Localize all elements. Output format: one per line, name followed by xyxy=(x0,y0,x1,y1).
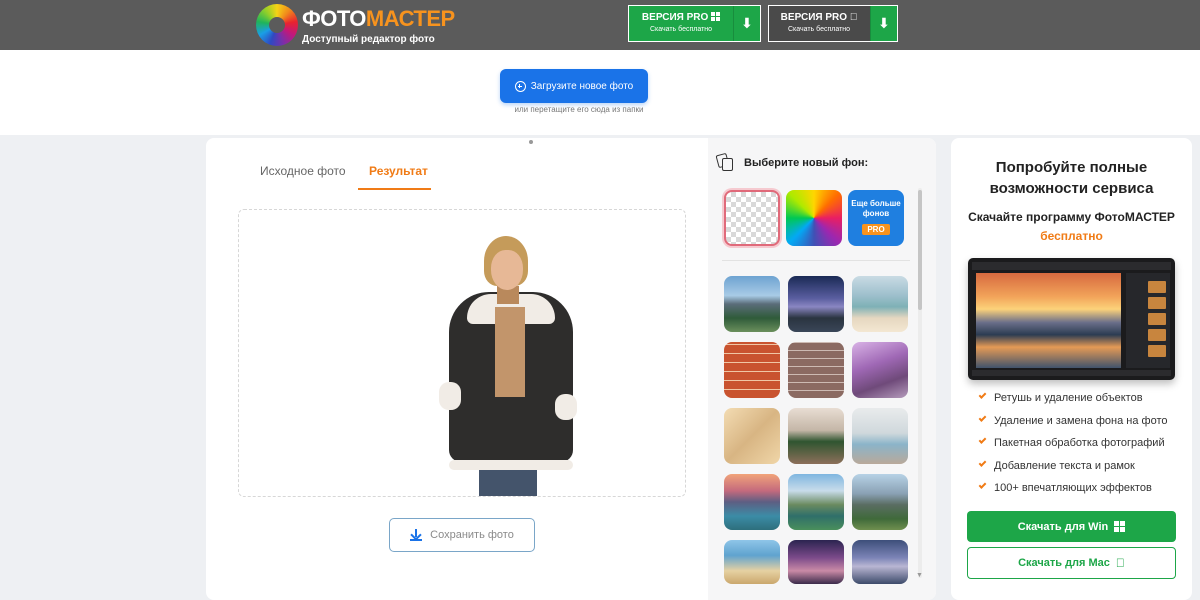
apple-icon:  xyxy=(1116,557,1125,569)
bg-thumb-beach[interactable] xyxy=(852,276,908,332)
feature-item: 100+ впечатляющих эффектов xyxy=(977,481,1187,505)
pro-win-label: ВЕРСИЯ PRO xyxy=(629,12,733,23)
bg-thumb-interior[interactable] xyxy=(852,408,908,464)
promo-card: Попробуйте полные возможности сервиса Ск… xyxy=(951,138,1192,600)
download-mac-label: Скачать для Mac xyxy=(1018,557,1110,569)
bg-thumb-purple-garden[interactable] xyxy=(852,342,908,398)
fotomaster-logo[interactable]: ФОТОМАСТЕР Доступный редактор фото xyxy=(256,4,455,46)
upload-button-label: Загрузите новое фото xyxy=(530,80,634,92)
bg-thumb-mountain-peaks[interactable] xyxy=(852,474,908,530)
pro-mac-button[interactable]: ВЕРСИЯ PRO  Скачать бесплатно ⬇ xyxy=(768,5,898,42)
layers-icon xyxy=(715,152,735,172)
pro-win-small: Скачать бесплатно xyxy=(649,26,713,33)
pro-mac-main[interactable]: ВЕРСИЯ PRO  Скачать бесплатно xyxy=(769,6,869,41)
check-icon xyxy=(978,458,987,467)
download-arrow-icon[interactable]: ⬇ xyxy=(870,6,897,41)
download-arrow-icon[interactable]: ⬇ xyxy=(733,6,760,41)
bg-thumb-night-street[interactable] xyxy=(788,540,844,584)
download-win-label: Скачать для Win xyxy=(1017,520,1109,533)
bg-transparent-tile[interactable] xyxy=(724,190,780,246)
divider xyxy=(722,260,910,261)
feature-list: Ретушь и удаление объектов Удаление и за… xyxy=(977,391,1187,505)
bg-scrollbar-thumb[interactable] xyxy=(918,190,922,310)
check-icon xyxy=(978,413,987,422)
more-backgrounds-label: Еще больше фонов xyxy=(851,199,901,218)
promo-subtitle: Скачайте программу ФотоМАСТЕР xyxy=(968,210,1175,224)
cutout-person-image xyxy=(439,232,579,496)
windows-icon xyxy=(1114,521,1126,532)
check-icon xyxy=(978,481,987,489)
pro-win-button[interactable]: ВЕРСИЯ PRO Скачать бесплатно ⬇ xyxy=(628,5,761,42)
result-preview xyxy=(238,209,686,497)
color-wheel-icon xyxy=(256,4,298,46)
logo-title: ФОТОМАСТЕР xyxy=(302,6,455,31)
promo-free-label: бесплатно xyxy=(1040,229,1103,243)
check-icon xyxy=(978,391,987,399)
bg-thumb-red-brick[interactable] xyxy=(724,342,780,398)
bg-thumb-night-sky[interactable] xyxy=(788,276,844,332)
pro-mac-label: ВЕРСИЯ PRO  xyxy=(769,12,869,23)
bg-thumb-tropical-coast[interactable] xyxy=(724,540,780,584)
apple-icon:  xyxy=(850,12,858,23)
upload-hint: или перетащите его сюда из папки xyxy=(514,105,644,114)
bg-color-picker-tile[interactable] xyxy=(786,190,842,246)
logo-subtitle: Доступный редактор фото xyxy=(302,34,435,45)
background-chooser-title: Выберите новый фон: xyxy=(744,157,869,169)
pro-mac-small: Скачать бесплатно xyxy=(787,26,851,33)
upload-section: Загрузите новое фото или перетащите его … xyxy=(0,50,1200,135)
bg-thumb-dusk-sea[interactable] xyxy=(852,540,908,584)
bg-thumb-grey-brick[interactable] xyxy=(788,342,844,398)
bg-thumb-valley[interactable] xyxy=(788,474,844,530)
upload-photo-button[interactable]: Загрузите новое фото xyxy=(500,69,648,103)
bg-thumb-christmas-room[interactable] xyxy=(788,408,844,464)
feature-item: Удаление и замена фона на фото xyxy=(977,413,1187,438)
save-photo-button[interactable]: Сохранить фото xyxy=(389,518,535,552)
pro-win-main[interactable]: ВЕРСИЯ PRO Скачать бесплатно xyxy=(629,6,733,41)
windows-icon xyxy=(711,12,721,21)
feature-item: Ретушь и удаление объектов xyxy=(977,391,1187,415)
app-screenshot-image xyxy=(968,258,1175,380)
tab-original-photo[interactable]: Исходное фото xyxy=(260,164,346,178)
bg-more-pro-tile[interactable]: Еще больше фонов PRO xyxy=(848,190,904,246)
scroll-down-arrow-icon[interactable]: ▼ xyxy=(916,572,923,579)
download-mac-button[interactable]: Скачать для Mac  xyxy=(967,547,1176,579)
download-win-button[interactable]: Скачать для Win xyxy=(967,511,1176,542)
active-tab-underline xyxy=(358,188,431,190)
save-photo-label: Сохранить фото xyxy=(430,529,514,541)
bg-thumb-fur[interactable] xyxy=(724,408,780,464)
top-header: ФОТОМАСТЕР Доступный редактор фото ВЕРСИ… xyxy=(0,0,1200,50)
editor-card: Исходное фото Результат Сохранить фото В… xyxy=(206,138,936,600)
pro-badge: PRO xyxy=(862,224,890,235)
bg-thumb-sunset-lake[interactable] xyxy=(724,474,780,530)
feature-item: Добавление текста и рамок xyxy=(977,458,1187,483)
plus-circle-icon xyxy=(514,80,526,92)
feature-item: Пакетная обработка фотографий xyxy=(977,436,1187,460)
promo-title: Попробуйте полные возможности сервиса xyxy=(989,159,1154,197)
bg-thumb-mountain-lake[interactable] xyxy=(724,276,780,332)
check-icon xyxy=(978,436,987,444)
tab-result[interactable]: Результат xyxy=(369,164,428,178)
background-chooser: Выберите новый фон: Еще больше фонов PRO… xyxy=(708,138,936,600)
download-icon xyxy=(410,529,423,541)
dot-marker xyxy=(529,140,533,144)
